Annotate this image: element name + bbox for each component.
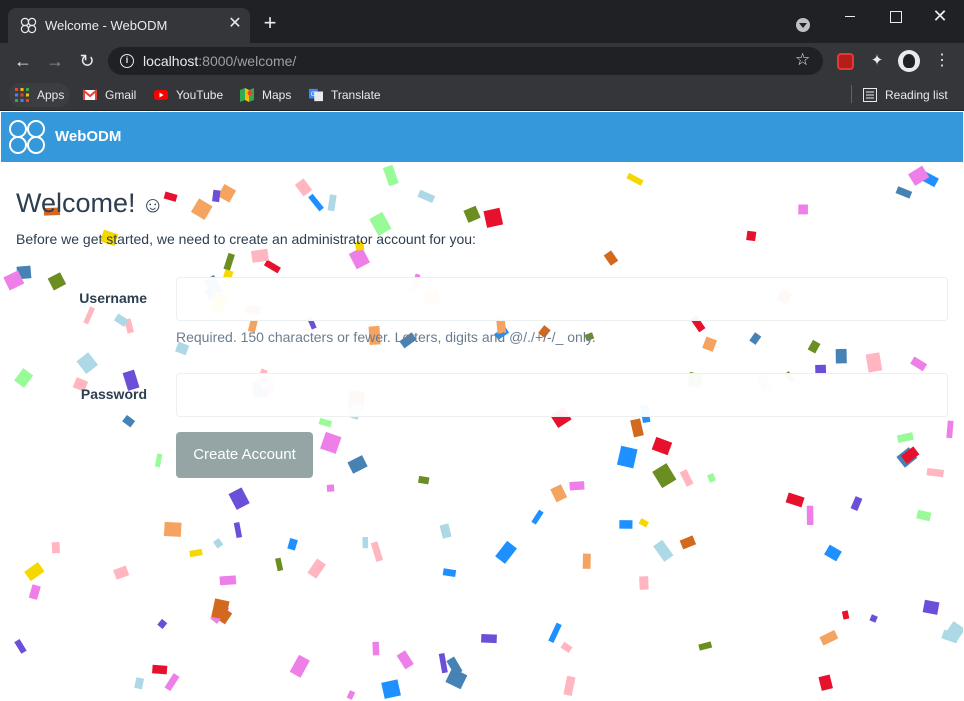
browser-tab[interactable]: Welcome - WebODM ✕ [8, 8, 250, 43]
new-tab-button[interactable]: + [260, 12, 280, 34]
bookmark-gmail-label: Gmail [105, 88, 137, 102]
browser-menu-icon[interactable]: ⋮ [932, 51, 952, 71]
username-label: Username [79, 290, 147, 306]
bookmark-maps-label: Maps [262, 88, 292, 102]
password-label: Password [80, 386, 147, 402]
bookmark-translate[interactable]: G Translate [309, 83, 381, 107]
bookmark-star-icon[interactable]: ☆ [795, 50, 810, 70]
browser-titlebar: Welcome - WebODM ✕ + ✕ [0, 0, 964, 43]
password-input[interactable] [176, 373, 948, 417]
url-text[interactable]: localhost:8000/welcome/ [143, 53, 296, 69]
extensions-puzzle-icon[interactable]: ✦ [868, 52, 886, 70]
username-input[interactable] [176, 277, 948, 321]
translate-icon: G [309, 88, 323, 102]
intro-text: Before we get started, we need to create… [16, 231, 476, 247]
reading-list-label: Reading list [885, 88, 948, 102]
bookmark-maps[interactable]: Maps [240, 83, 291, 107]
brand-name[interactable]: WebODM [55, 128, 121, 145]
page-title: Welcome! ☺ [16, 188, 164, 219]
site-info-icon[interactable]: i [120, 54, 134, 68]
bookmark-apps[interactable]: Apps [9, 83, 71, 107]
back-button[interactable]: ← [13, 51, 33, 71]
bookmark-youtube-label: YouTube [176, 88, 224, 102]
extension-icon[interactable] [837, 53, 854, 70]
welcome-page: Welcome! ☺ Before we get started, we need… [1, 162, 963, 701]
webodm-navbar: WebODM [1, 112, 963, 162]
bookmark-translate-label: Translate [331, 88, 381, 102]
apps-grid-icon [15, 88, 29, 102]
tab-search-icon[interactable] [796, 18, 810, 32]
bookmark-youtube[interactable]: YouTube [154, 83, 223, 107]
create-account-button[interactable]: Create Account [176, 432, 313, 478]
window-close-button[interactable]: ✕ [930, 6, 950, 26]
tab-title: Welcome - WebODM [45, 18, 168, 33]
profile-avatar[interactable] [898, 50, 920, 72]
address-bar[interactable]: i localhost:8000/welcome/ ☆ [108, 47, 823, 75]
username-help-text: Required. 150 characters or fewer. Lette… [176, 329, 596, 345]
forward-button[interactable]: → [45, 51, 65, 71]
tab-close-icon[interactable]: ✕ [226, 15, 244, 33]
webodm-logo-icon[interactable] [8, 119, 46, 155]
reload-button[interactable]: ↻ [77, 51, 97, 71]
svg-text:G: G [311, 91, 316, 98]
reading-list-icon [863, 88, 877, 102]
smiley-icon: ☺ [141, 192, 165, 217]
window-minimize-button[interactable] [840, 6, 860, 26]
youtube-icon [154, 90, 168, 100]
maps-icon [240, 88, 254, 102]
bookmarks-bar: Apps Gmail YouTube Maps G Translate Read… [0, 79, 964, 111]
url-path: :8000/welcome/ [198, 53, 297, 69]
bookmark-apps-label: Apps [37, 88, 65, 102]
gmail-icon [83, 89, 97, 100]
url-host: localhost [143, 53, 199, 69]
webodm-favicon-icon [20, 17, 37, 34]
bookmark-gmail[interactable]: Gmail [83, 83, 136, 107]
reading-list-button[interactable]: Reading list [863, 83, 948, 107]
window-maximize-button[interactable] [885, 6, 905, 26]
browser-toolbar: ← → ↻ i localhost:8000/welcome/ ☆ ✦ ⋮ [0, 43, 964, 79]
bookmarks-divider [851, 85, 852, 103]
welcome-heading: Welcome! [16, 188, 136, 218]
welcome-form: Welcome! ☺ Before we get started, we need… [1, 162, 963, 701]
